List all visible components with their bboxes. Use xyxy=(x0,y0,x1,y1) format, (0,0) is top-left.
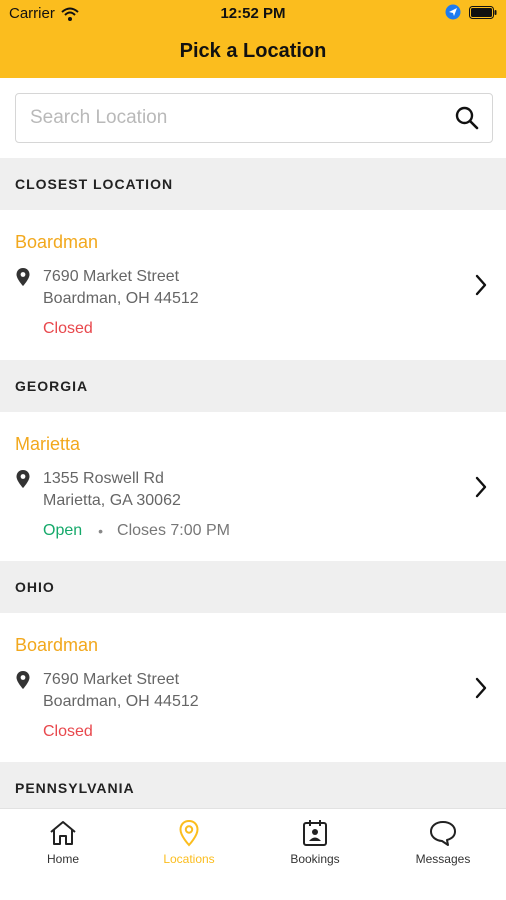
address-line-2: Marietta, GA 30062 xyxy=(43,492,181,509)
battery-icon xyxy=(469,5,497,19)
home-icon xyxy=(50,821,76,845)
search-icon[interactable] xyxy=(454,105,480,131)
location-card-closest-boardman[interactable]: Boardman 7690 Market Street Boardman, OH… xyxy=(0,210,506,360)
tab-label: Bookings xyxy=(290,852,340,866)
location-services-icon xyxy=(445,4,461,20)
status-line: Closed xyxy=(43,320,93,338)
status-line: Closed xyxy=(43,723,93,741)
address-line-1: 7690 Market Street xyxy=(43,671,180,688)
location-card-ohio-boardman[interactable]: Boardman 7690 Market Street Boardman, OH… xyxy=(0,613,506,763)
app-header: Carrier 12:52 PM Pick a Location xyxy=(0,0,506,78)
address-line-1: 7690 Market Street xyxy=(43,268,180,285)
tab-bar: Home Locations Bookings Messages xyxy=(0,808,506,900)
status-line: Open • Closes 7:00 PM xyxy=(43,522,230,540)
bookings-calendar-icon xyxy=(303,820,327,846)
address-line-2: Boardman, OH 44512 xyxy=(43,693,199,710)
map-pin-icon xyxy=(16,470,30,488)
separator-dot: • xyxy=(98,523,104,539)
status-time: 12:52 PM xyxy=(220,5,286,22)
location-name: Boardman xyxy=(15,635,99,655)
chat-bubble-icon xyxy=(430,821,456,846)
location-name: Boardman xyxy=(15,232,99,252)
status-bar: Carrier 12:52 PM xyxy=(0,0,506,26)
tab-label: Home xyxy=(46,852,79,866)
closing-time: Closes 7:00 PM xyxy=(117,522,230,539)
chevron-right-icon[interactable] xyxy=(474,677,488,699)
section-header-closest: CLOSEST LOCATION xyxy=(0,158,506,210)
search-area xyxy=(0,78,506,158)
chevron-right-icon[interactable] xyxy=(474,274,488,296)
tab-bookings[interactable]: Bookings xyxy=(252,809,378,879)
location-card-marietta[interactable]: Marietta 1355 Roswell Rd Marietta, GA 30… xyxy=(0,412,506,562)
tab-locations[interactable]: Locations xyxy=(126,809,252,879)
location-pin-icon xyxy=(179,819,199,847)
tab-home[interactable]: Home xyxy=(0,809,126,879)
status-badge: Closed xyxy=(43,320,93,337)
location-name: Marietta xyxy=(15,434,81,454)
chevron-right-icon[interactable] xyxy=(474,476,488,498)
status-badge: Closed xyxy=(43,723,93,740)
address-line-2: Boardman, OH 44512 xyxy=(43,290,199,307)
tab-label: Locations xyxy=(163,852,215,866)
search-box[interactable] xyxy=(15,93,493,143)
page-title: Pick a Location xyxy=(179,40,327,62)
section-header-ohio: OHIO xyxy=(0,561,506,613)
address-line-1: 1355 Roswell Rd xyxy=(43,470,164,487)
map-pin-icon xyxy=(16,268,30,286)
tab-label: Messages xyxy=(415,852,471,866)
search-input[interactable] xyxy=(30,94,430,142)
tab-messages[interactable]: Messages xyxy=(380,809,506,879)
status-right xyxy=(445,4,497,20)
section-header-pennsylvania: PENNSYLVANIA xyxy=(0,762,506,814)
status-badge: Open xyxy=(43,522,83,539)
section-header-georgia: GEORGIA xyxy=(0,360,506,412)
map-pin-icon xyxy=(16,671,30,689)
